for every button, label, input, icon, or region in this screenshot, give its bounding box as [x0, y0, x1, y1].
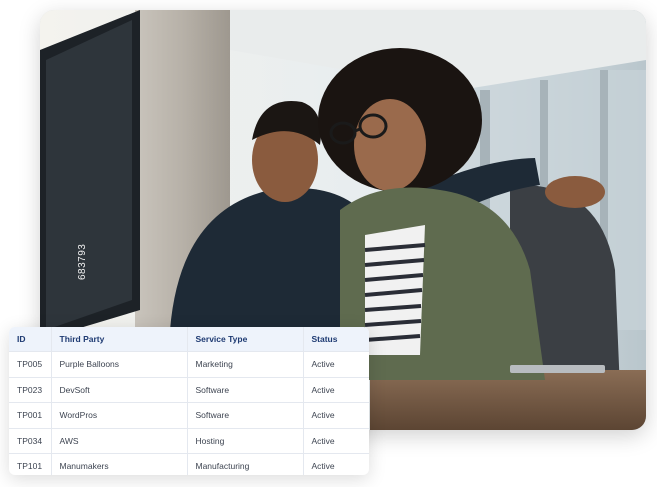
cell-service-type: Software [187, 402, 304, 429]
cell-service-type: Marketing [187, 351, 304, 378]
cell-third-party: AWS [51, 428, 188, 454]
stock-photo-id: 683793 [77, 243, 88, 280]
cell-service-type: Hosting [187, 428, 304, 454]
table-row[interactable]: TP023 DevSoft Software Active [9, 377, 369, 403]
cell-service-type: Software [187, 377, 304, 403]
table-row[interactable]: TP034 AWS Hosting Active [9, 428, 369, 454]
column-header-third-party[interactable]: Third Party [51, 327, 188, 352]
third-party-table-card: ID Third Party Service Type Status TP005… [9, 327, 369, 475]
cell-status: Active [311, 461, 335, 472]
column-header-service-type[interactable]: Service Type [187, 327, 304, 352]
cell-service-type: Manufacturing [187, 453, 304, 475]
cell-id: TP023 [9, 377, 52, 403]
cell-id: TP001 [9, 402, 52, 429]
third-party-table: ID Third Party Service Type Status TP005… [9, 327, 369, 475]
cell-id: TP005 [9, 351, 52, 378]
table-row[interactable]: TP101 Manumakers Manufacturing Active [9, 453, 369, 475]
cell-status: Active [303, 351, 369, 378]
cell-status: Active [303, 402, 369, 429]
cell-third-party: DevSoft [51, 377, 188, 403]
table-row[interactable]: TP001 WordPros Software Active [9, 402, 369, 429]
cell-status: Active [303, 377, 369, 403]
cell-third-party: WordPros [51, 402, 188, 429]
column-header-id[interactable]: ID [9, 327, 52, 352]
cell-id: TP101 [9, 453, 52, 475]
cell-status: Active [303, 428, 369, 454]
cell-id: TP034 [9, 428, 52, 454]
column-header-status[interactable]: Status [303, 327, 369, 352]
table-header-row: ID Third Party Service Type Status [9, 327, 369, 352]
cell-third-party: Purple Balloons [51, 351, 188, 378]
table-row[interactable]: TP005 Purple Balloons Marketing Active [9, 351, 369, 378]
cell-third-party: Manumakers [51, 453, 188, 475]
